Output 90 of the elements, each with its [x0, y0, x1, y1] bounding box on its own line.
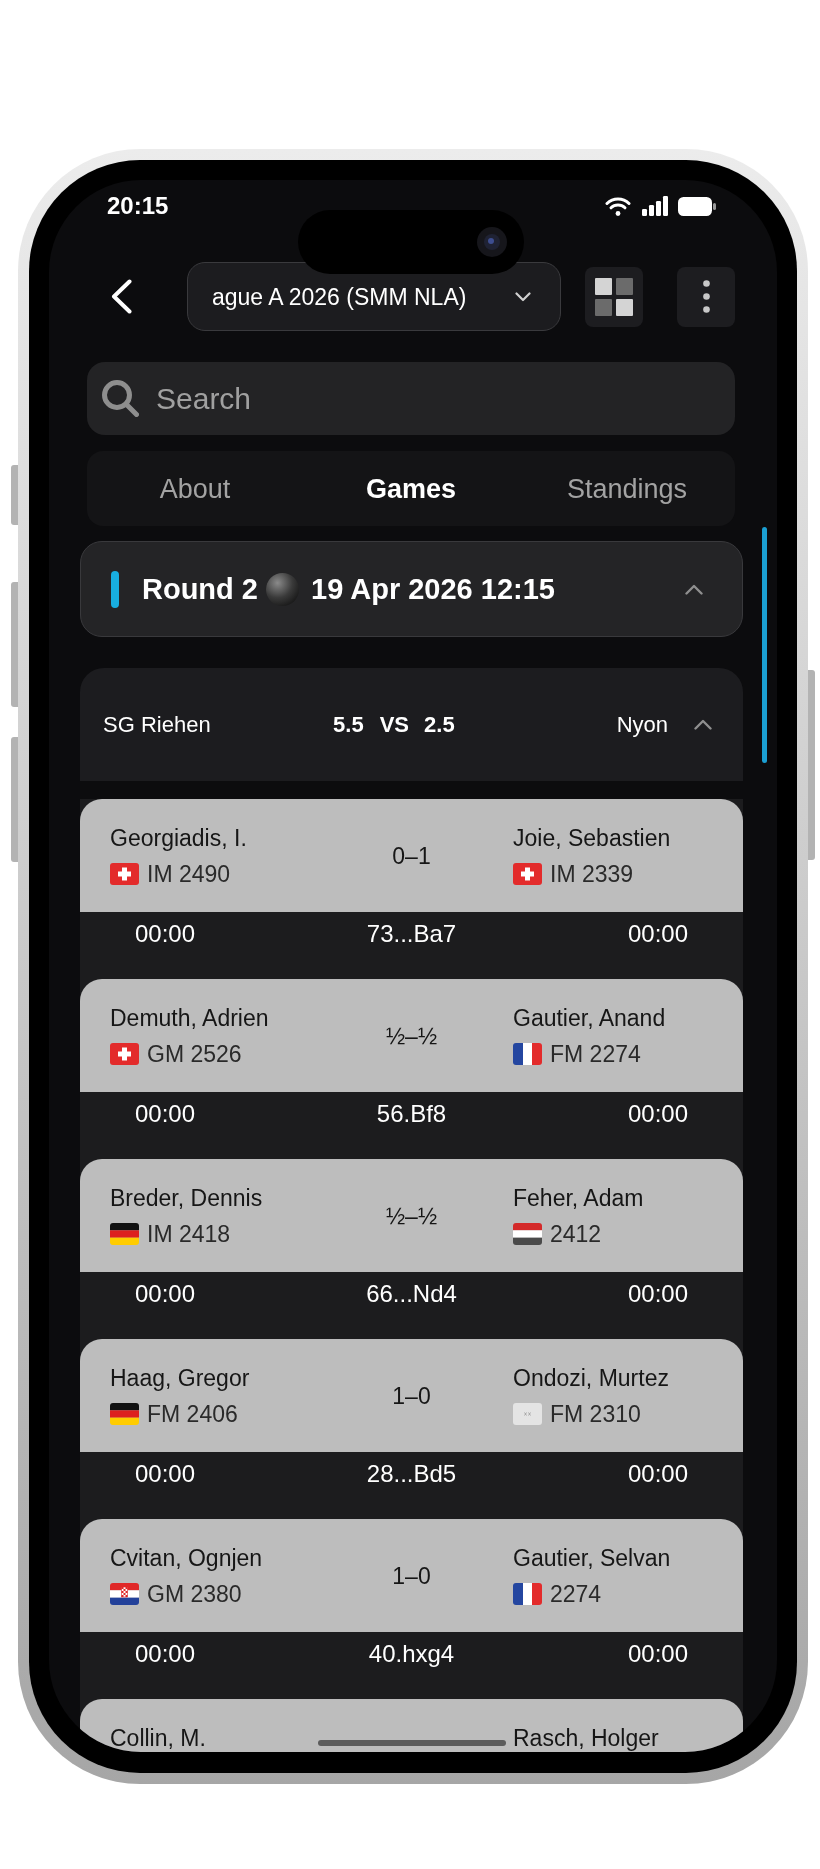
game-clock: 00:00 [627, 1460, 689, 1488]
game-clock: 00:00 [134, 1100, 196, 1128]
game-card[interactable]: Georgiadis, I. IM 2490 0–1 Joie, Sebastien IM 2339 00:00 73...Ba7 00:00 [80, 799, 743, 979]
swiss-flag-icon [110, 863, 139, 885]
game-card[interactable]: Breder, Dennis IM 2418 ½–½ Feher, Adam 2412 00:00 66...Nd4 00:00 [80, 1159, 743, 1339]
grid-view-button[interactable] [585, 266, 643, 327]
player-name: Breder, Dennis [110, 1184, 263, 1212]
search-icon [102, 380, 139, 417]
game-result: 0–1 [392, 842, 431, 870]
tab[interactable]: Standings [566, 472, 688, 505]
placeholder-flag-icon [513, 1403, 542, 1425]
player-name: Cvitan, Ognjen [110, 1544, 263, 1572]
player-rating: FM 2406 [147, 1400, 238, 1428]
round-header[interactable]: Round 2 19 Apr 2026 12:15 [80, 541, 743, 637]
player-name: Gautier, Selvan [513, 1544, 671, 1572]
german-flag-icon [110, 1403, 139, 1425]
french-flag-icon [513, 1043, 542, 1065]
scrollbar[interactable] [762, 527, 767, 763]
player-rating: GM 2526 [147, 1040, 242, 1068]
more-icon [702, 280, 710, 313]
chevron-up-icon[interactable] [685, 583, 703, 595]
player-rating: 2412 [550, 1220, 602, 1248]
more-button[interactable] [677, 266, 735, 327]
vs-label: VS [379, 710, 410, 739]
last-move: 28...Bd5 [366, 1460, 457, 1488]
player-name: Georgiadis, I. [110, 824, 247, 852]
last-move: 56.Bf8 [376, 1100, 447, 1128]
wifi-icon [605, 196, 631, 216]
player-name: Ondozi, Murtez [513, 1364, 669, 1392]
player-rating: FM 2310 [550, 1400, 641, 1428]
back-icon[interactable] [111, 279, 132, 314]
tab[interactable]: Games [365, 472, 457, 505]
player-name: Joie, Sebastien [513, 824, 671, 852]
round-date: 19 Apr 2026 12:15 [311, 572, 555, 606]
player-rating: IM 2490 [147, 860, 231, 888]
chevron-down-icon [515, 291, 531, 302]
swiss-flag-icon [110, 1043, 139, 1065]
tab[interactable]: About [159, 472, 231, 505]
swiss-flag-icon [513, 863, 542, 885]
tournament-dropdown[interactable]: ague A 2026 (SMM NLA) [187, 262, 561, 331]
game-result: 1–0 [392, 1562, 431, 1590]
chevron-up-icon[interactable] [694, 719, 712, 730]
accent-bar [111, 570, 119, 608]
player-name: Haag, Gregor [110, 1364, 250, 1392]
game-card[interactable]: Demuth, Adrien GM 2526 ½–½ Gautier, Anand FM 2274 00:00 56.Bf8 00:00 [80, 979, 743, 1159]
player-rating: 2274 [550, 1580, 602, 1608]
croatian-flag-icon [110, 1583, 139, 1605]
search-input[interactable]: Search [156, 376, 720, 421]
team-score: 5.5 [333, 710, 364, 739]
game-clock: 00:00 [627, 1100, 689, 1128]
game-clock: 00:00 [134, 1460, 196, 1488]
player-name: Rasch, Holger [513, 1724, 659, 1752]
grid-icon [595, 277, 633, 316]
player-rating: IM 2339 [550, 860, 634, 888]
status-time: 20:15 [107, 192, 169, 220]
game-card[interactable]: Cvitan, Ognjen GM 2380 1–0 Gautier, Selvan 2274 00:00 40.hxg4 00:00 [80, 1519, 743, 1699]
player-name: Collin, M. [110, 1724, 206, 1752]
last-move: 40.hxg4 [368, 1640, 455, 1668]
game-result: ½–½ [385, 1202, 438, 1230]
game-clock: 00:00 [134, 1640, 196, 1668]
game-clock: 00:00 [134, 920, 196, 948]
player-name: Feher, Adam [513, 1184, 644, 1212]
player-rating: FM 2274 [550, 1040, 641, 1068]
search-field[interactable]: Search [87, 362, 735, 435]
signal-icon [642, 196, 668, 216]
game-result: ½–½ [385, 1022, 438, 1050]
camera-lens-icon [477, 227, 507, 257]
german-flag-icon [110, 1223, 139, 1245]
game-clock: 00:00 [134, 1280, 196, 1308]
french-flag-icon [513, 1583, 542, 1605]
match-header[interactable]: SG Riehen 5.5 VS 2.5 Nyon [80, 668, 743, 781]
yemeni-flag-icon [513, 1223, 542, 1245]
team-score: 2.5 [424, 710, 455, 739]
player-rating: IM 2418 [147, 1220, 231, 1248]
team-name: SG Riehen [103, 710, 211, 739]
player-rating: GM 2380 [147, 1580, 242, 1608]
round-title: Round 2 [142, 572, 258, 606]
game-clock: 00:00 [627, 920, 689, 948]
sphere-icon [266, 572, 299, 606]
game-clock: 00:00 [627, 1280, 689, 1308]
game-result: 1–0 [392, 1382, 431, 1410]
last-move: 66...Nd4 [366, 1280, 457, 1308]
game-card[interactable]: Haag, Gregor FM 2406 1–0 Ondozi, Murtez FM 2310 00:00 28...Bd5 00:00 [80, 1339, 743, 1519]
player-name: Demuth, Adrien [110, 1004, 269, 1032]
last-move: 73...Ba7 [366, 920, 457, 948]
team-name: Nyon [616, 710, 668, 739]
player-name: Gautier, Anand [513, 1004, 666, 1032]
game-clock: 00:00 [627, 1640, 689, 1668]
game-card[interactable]: Collin, M. Rasch, Holger [80, 1699, 743, 1752]
battery-icon [678, 196, 716, 216]
